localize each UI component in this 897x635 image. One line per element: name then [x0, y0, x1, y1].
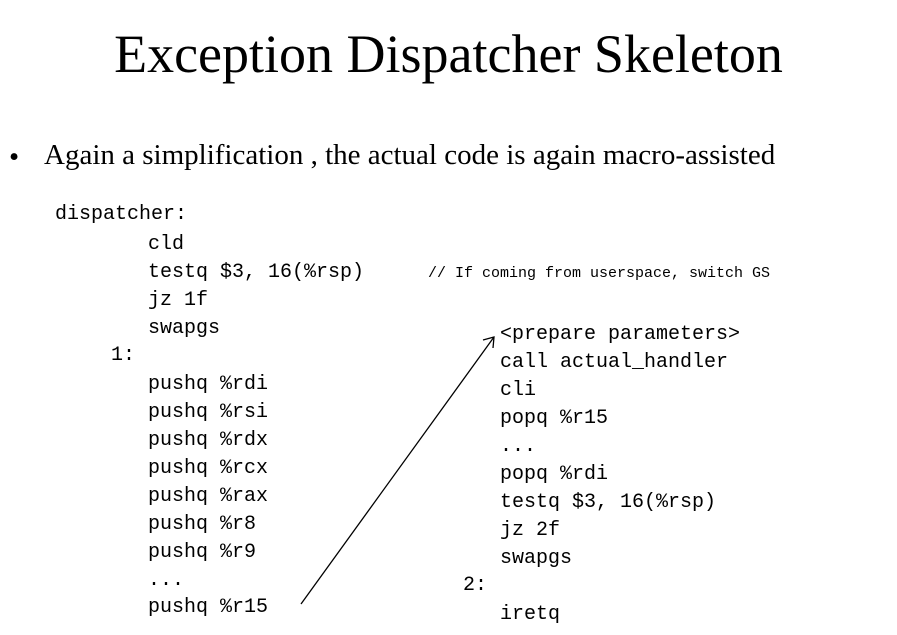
code-line-testq-right: testq $3, 16(%rsp) [500, 491, 717, 514]
code-line-pop-r15: popq %r15 [500, 407, 609, 430]
bullet-text: Again a simplification , the actual code… [44, 139, 776, 171]
code-label-2: 2: [463, 574, 488, 597]
code-line-push-rsi: pushq %rsi [148, 401, 269, 424]
code-line-iretq: iretq [500, 603, 561, 626]
bullet-marker: • [9, 141, 20, 173]
code-line-swapgs-right: swapgs [500, 547, 573, 570]
page-title: Exception Dispatcher Skeleton [114, 24, 783, 84]
code-line-push-r9: pushq %r9 [148, 541, 257, 564]
code-line-push-r15: pushq %r15 [148, 596, 269, 619]
code-line-jz: jz 1f [148, 289, 209, 312]
code-line-push-rax: pushq %rax [148, 485, 269, 508]
flow-arrow-head [482, 336, 495, 349]
code-line-prepare: <prepare parameters> [500, 323, 741, 346]
code-line-pop-rdi: popq %rdi [500, 463, 609, 486]
code-line-push-rdi: pushq %rdi [148, 373, 269, 396]
code-line-ellipsis: ... [148, 569, 185, 592]
code-line-push-rcx: pushq %rcx [148, 457, 269, 480]
flow-arrow-line [300, 336, 495, 605]
code-line-ellipsis-right: ... [500, 435, 537, 458]
code-line-cli: cli [500, 379, 537, 402]
code-line-testq: testq $3, 16(%rsp) [148, 261, 365, 284]
flow-arrow [300, 336, 495, 605]
code-line-push-rdx: pushq %rdx [148, 429, 269, 452]
code-label-1: 1: [111, 344, 136, 367]
code-line-jz-right: jz 2f [500, 519, 561, 542]
code-line-call: call actual_handler [500, 351, 729, 374]
code-comment: // If coming from userspace, switch GS [428, 265, 771, 282]
code-line-push-r8: pushq %r8 [148, 513, 257, 536]
code-line-swapgs: swapgs [148, 317, 221, 340]
code-label-dispatcher: dispatcher: [55, 203, 188, 226]
code-line-cld: cld [148, 233, 185, 256]
